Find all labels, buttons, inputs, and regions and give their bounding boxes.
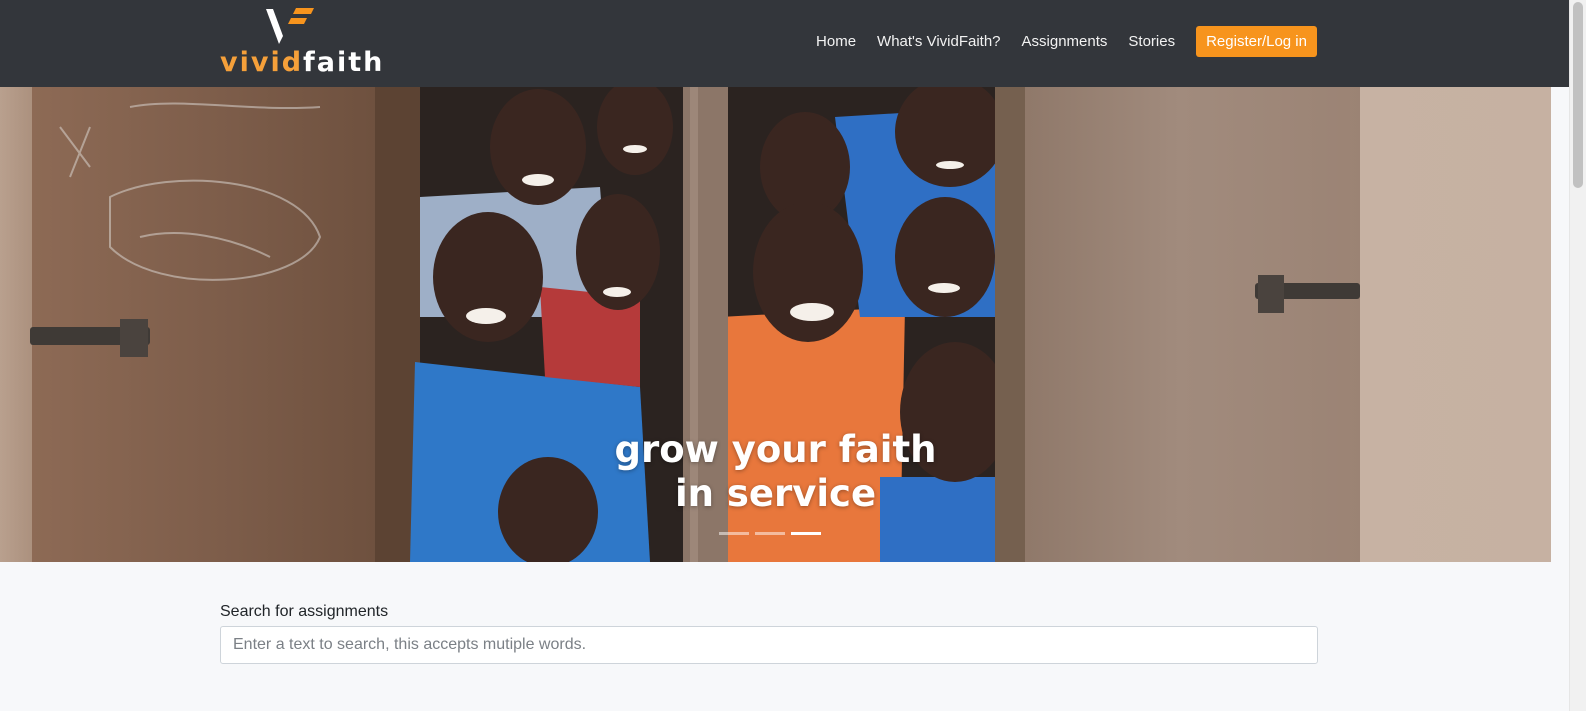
nav-links: Home What's VividFaith? Assignments Stor… [795,25,1317,57]
hero-caption-line-1: grow your faith [614,428,937,471]
page-scrollbar[interactable] [1569,0,1586,711]
scrollbar-thumb[interactable] [1573,2,1583,188]
logo-mark-icon [266,8,314,44]
carousel-indicators [719,532,827,535]
carousel-indicator-2[interactable] [755,532,785,535]
logo-wordmark: vividfaith [220,48,384,78]
vividfaith-logo[interactable]: vividfaith [220,6,382,78]
search-section: Search for assignments [220,603,1318,664]
search-input[interactable] [220,626,1318,664]
nav-home[interactable]: Home [816,33,856,50]
hero-carousel: grow your faith in service [0,87,1551,562]
page: vividfaith Home What's VividFaith? Assig… [0,0,1586,711]
logo-text-vivid: vivid [220,47,304,78]
hero-caption-line-2: in service [674,472,877,515]
nav-assignments[interactable]: Assignments [1022,33,1108,50]
search-label: Search for assignments [220,603,389,620]
hero-caption: grow your faith in service [0,428,1551,516]
carousel-indicator-1[interactable] [719,532,749,535]
nav-stories[interactable]: Stories [1128,33,1175,50]
navbar: vividfaith Home What's VividFaith? Assig… [0,0,1569,87]
carousel-indicator-3[interactable] [791,532,821,535]
logo-text-faith: faith [303,47,385,78]
nav-whats-vividfaith[interactable]: What's VividFaith? [877,33,1000,50]
register-login-button[interactable]: Register/Log in [1196,25,1317,57]
